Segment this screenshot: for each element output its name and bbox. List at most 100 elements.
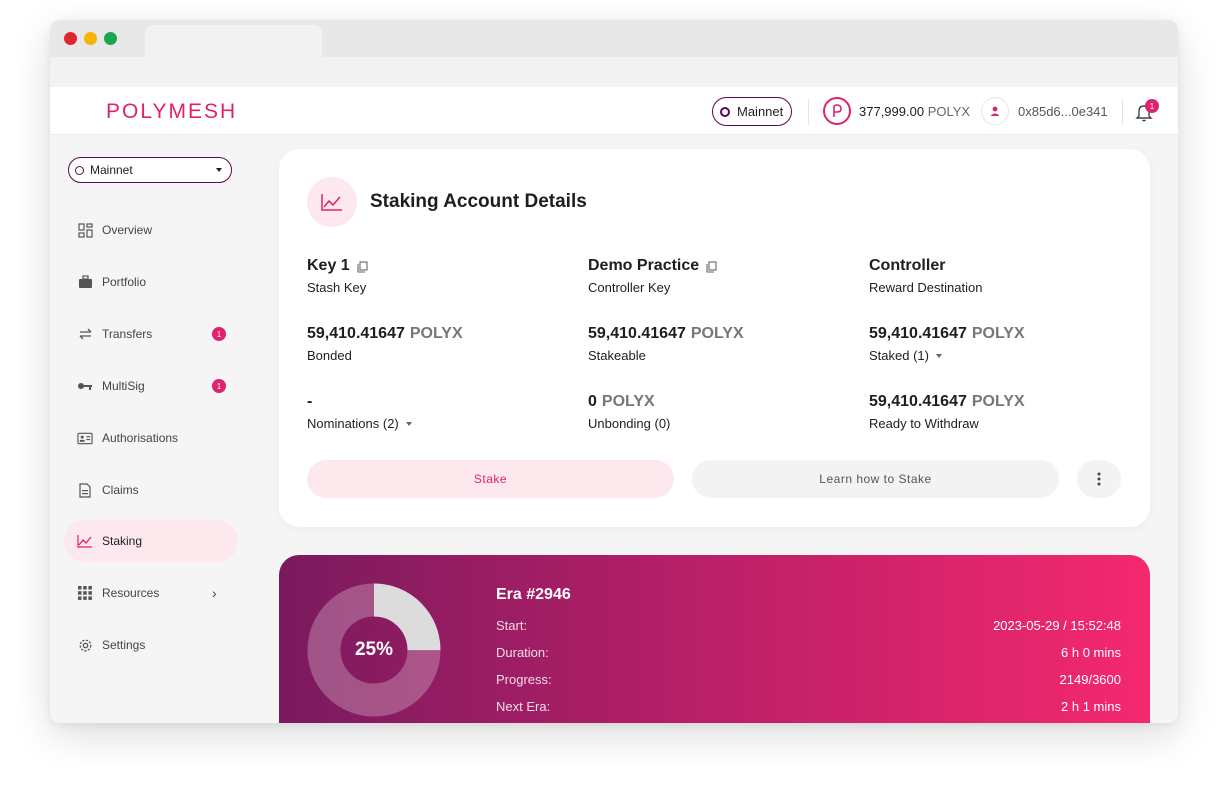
transfers-badge: 1 bbox=[212, 327, 226, 341]
controller-key-label: Controller Key bbox=[588, 280, 671, 295]
bonded-value: 59,410.41647 bbox=[307, 325, 405, 342]
era-progress-percent: 25% bbox=[354, 639, 394, 660]
sidebar-item-label: Staking bbox=[102, 534, 143, 548]
polyx-token-icon bbox=[823, 97, 851, 125]
account-address[interactable]: 0x85d6...0e341 bbox=[1018, 104, 1108, 119]
header-divider bbox=[1122, 99, 1123, 125]
sidebar-item-claims[interactable]: Claims bbox=[64, 469, 238, 511]
sidebar-item-staking[interactable]: Staking bbox=[64, 520, 238, 562]
era-row-progress: Progress: 2149/3600 bbox=[496, 672, 1121, 687]
balance-unit: POLYX bbox=[927, 104, 971, 119]
top-header: POLYMESH Mainnet 377,999.00 POLYX 0x85d6… bbox=[50, 87, 1178, 135]
era-row-value: 2023-05-29 / 15:52:48 bbox=[993, 618, 1121, 633]
era-row-key: Progress: bbox=[496, 672, 552, 687]
sidebar-item-label: Settings bbox=[102, 638, 146, 652]
stakeable-unit: POLYX bbox=[690, 325, 744, 342]
browser-tab[interactable] bbox=[145, 25, 322, 57]
stash-key-label: Stash Key bbox=[307, 280, 367, 295]
stash-key-name: Key 1 bbox=[307, 257, 350, 274]
maximize-window-dot[interactable] bbox=[104, 32, 117, 45]
sidebar-item-transfers[interactable]: Transfers 1 bbox=[64, 313, 238, 355]
network-status-icon bbox=[720, 106, 730, 117]
nominations-dropdown[interactable]: Nominations (2) bbox=[307, 416, 567, 431]
copy-icon[interactable] bbox=[357, 260, 368, 273]
era-row-key: Next Era: bbox=[496, 699, 551, 714]
nominations-value: - bbox=[307, 393, 313, 410]
staked-dropdown[interactable]: Staked (1) bbox=[869, 348, 1129, 363]
copy-icon[interactable] bbox=[706, 260, 717, 273]
key-icon bbox=[77, 378, 93, 394]
notification-badge: 1 bbox=[1145, 99, 1159, 113]
chart-line-icon bbox=[77, 533, 93, 549]
browser-window: POLYMESH Mainnet 377,999.00 POLYX 0x85d6… bbox=[50, 20, 1178, 723]
sidebar-item-multisig[interactable]: MultiSig 1 bbox=[64, 365, 238, 407]
staking-account-card: Staking Account Details Key 1 Stash Key … bbox=[279, 149, 1150, 527]
sidebar-item-label: Transfers bbox=[102, 327, 153, 341]
era-title: Era #2946 bbox=[496, 586, 571, 603]
staked-label: Staked (1) bbox=[869, 348, 929, 363]
withdraw-value: 59,410.41647 bbox=[869, 393, 967, 410]
bonded-unit: POLYX bbox=[409, 325, 463, 342]
gear-icon bbox=[77, 637, 93, 653]
balance-value: 377,999.00 bbox=[859, 104, 925, 119]
stakeable-value: 59,410.41647 bbox=[588, 325, 686, 342]
briefcase-icon bbox=[77, 274, 93, 290]
sidebar-item-authorisations[interactable]: Authorisations bbox=[64, 417, 238, 459]
sidebar-item-label: Resources bbox=[102, 586, 160, 600]
sidebar-item-overview[interactable]: Overview bbox=[64, 209, 238, 251]
era-row-value: 2 h 1 mins bbox=[1061, 699, 1121, 714]
network-select-label: Mainnet bbox=[90, 163, 133, 177]
balance-display: 377,999.00 POLYX bbox=[859, 104, 970, 119]
chevron-down-icon bbox=[216, 168, 222, 172]
account-avatar-icon[interactable] bbox=[981, 97, 1009, 125]
controller-key-name: Demo Practice bbox=[588, 257, 700, 274]
era-card: 25% Era #2946 Start: 2023-05-29 / 15:52:4… bbox=[279, 555, 1150, 723]
sidebar: Mainnet Overview Portfolio Transfers 1 M… bbox=[50, 135, 278, 723]
unbonding-value: 0 bbox=[588, 393, 597, 410]
nominations-label: Nominations (2) bbox=[307, 416, 399, 431]
withdraw-unit: POLYX bbox=[971, 393, 1025, 410]
close-window-dot[interactable] bbox=[64, 32, 77, 45]
reward-destination-name: Controller bbox=[869, 257, 946, 274]
bonded-cell: 59,410.41647 POLYX Bonded bbox=[307, 325, 567, 363]
overview-icon bbox=[77, 222, 93, 238]
staked-value: 59,410.41647 bbox=[869, 325, 967, 342]
multisig-badge: 1 bbox=[212, 379, 226, 393]
stake-button[interactable]: Stake bbox=[307, 460, 674, 498]
minimize-window-dot[interactable] bbox=[84, 32, 97, 45]
more-vertical-icon bbox=[1097, 472, 1101, 486]
chart-line-icon bbox=[307, 177, 357, 227]
address-bar-area bbox=[50, 57, 1178, 87]
nominations-cell: - Nominations (2) bbox=[307, 393, 567, 431]
sidebar-item-resources[interactable]: Resources › bbox=[64, 572, 238, 614]
more-options-button[interactable] bbox=[1077, 460, 1121, 498]
withdraw-cell: 59,410.41647 POLYX Ready to Withdraw bbox=[869, 393, 1129, 431]
chevron-down-icon bbox=[935, 353, 942, 358]
reward-destination-label: Reward Destination bbox=[869, 280, 983, 295]
staked-unit: POLYX bbox=[971, 325, 1025, 342]
era-row-value: 2149/3600 bbox=[1059, 672, 1121, 687]
sidebar-item-portfolio[interactable]: Portfolio bbox=[64, 261, 238, 303]
header-divider bbox=[808, 99, 809, 125]
reward-destination-cell: Controller Reward Destination bbox=[869, 257, 1129, 295]
learn-how-to-stake-button[interactable]: Learn how to Stake bbox=[692, 460, 1059, 498]
controller-key-cell: Demo Practice Controller Key bbox=[588, 257, 848, 295]
transfer-icon bbox=[77, 326, 93, 342]
sidebar-item-label: MultiSig bbox=[102, 379, 145, 393]
sidebar-item-label: Portfolio bbox=[102, 275, 147, 289]
staked-cell: 59,410.41647 POLYX Staked (1) bbox=[869, 325, 1129, 363]
network-select[interactable]: Mainnet bbox=[68, 157, 232, 183]
polymesh-logo[interactable]: POLYMESH bbox=[106, 100, 237, 124]
unbonding-label: Unbonding (0) bbox=[588, 416, 671, 431]
unbonding-cell: 0 POLYX Unbonding (0) bbox=[588, 393, 848, 431]
era-row-next-era: Next Era: 2 h 1 mins bbox=[496, 699, 1121, 714]
chevron-down-icon bbox=[405, 421, 412, 426]
sidebar-item-label: Claims bbox=[102, 483, 139, 497]
withdraw-label: Ready to Withdraw bbox=[869, 416, 979, 431]
chevron-right-icon: › bbox=[212, 585, 217, 601]
grid-icon bbox=[77, 585, 93, 601]
sidebar-item-settings[interactable]: Settings bbox=[64, 624, 238, 666]
era-row-key: Start: bbox=[496, 618, 528, 633]
era-row-key: Duration: bbox=[496, 645, 549, 660]
network-pill[interactable]: Mainnet bbox=[712, 97, 793, 126]
